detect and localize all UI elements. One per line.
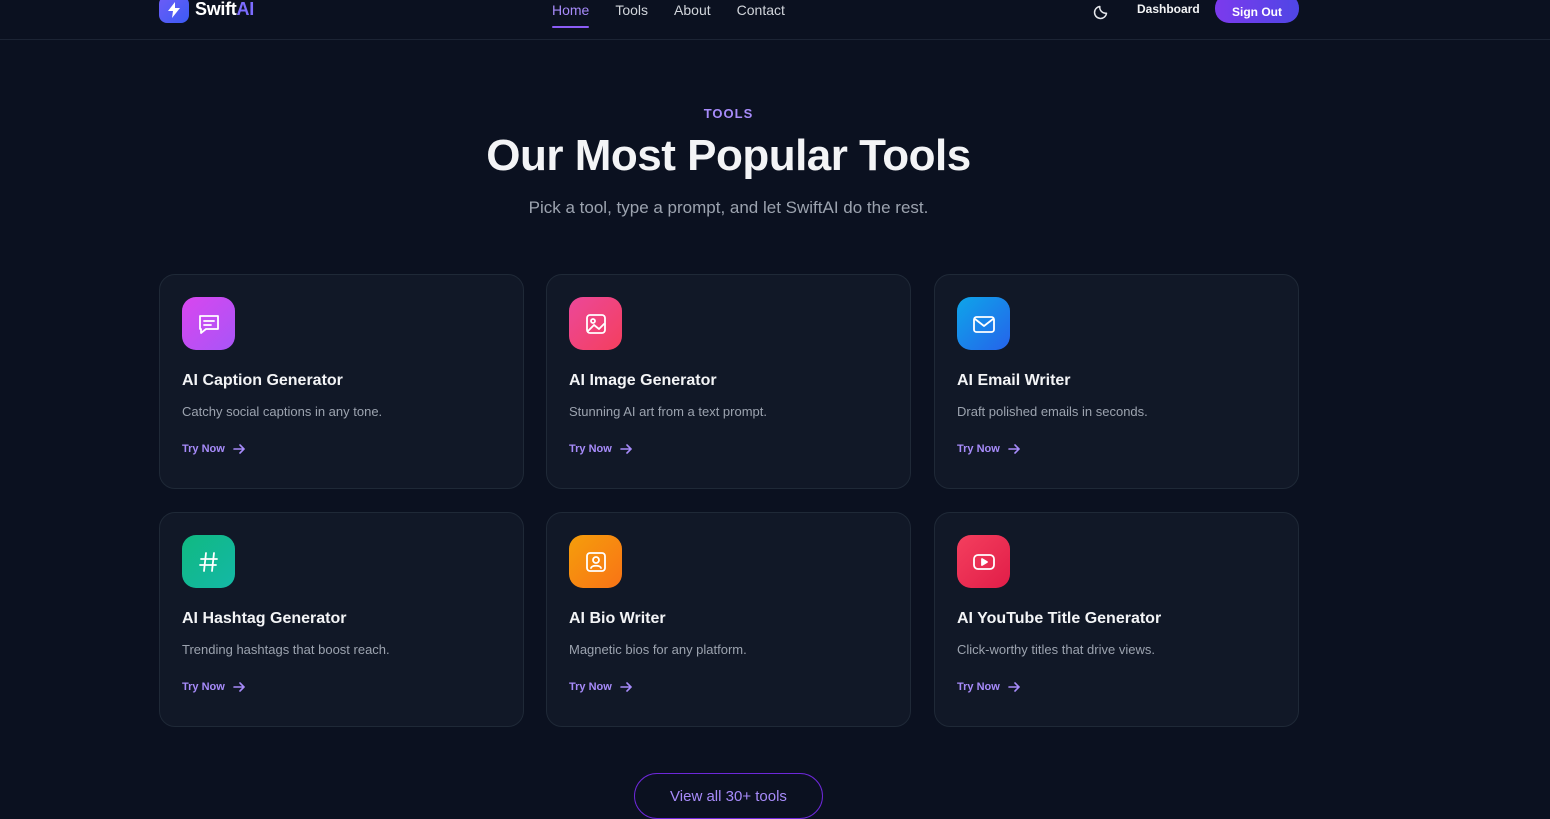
section-title: Our Most Popular Tools bbox=[486, 131, 971, 180]
tool-card-desc: Trending hashtags that boost reach. bbox=[182, 642, 390, 657]
arrow-right-icon bbox=[619, 682, 632, 692]
tool-card-caption[interactable]: AI Caption Generator Catchy social capti… bbox=[159, 274, 524, 489]
moon-icon[interactable] bbox=[1093, 2, 1111, 20]
chat-icon bbox=[182, 297, 235, 350]
try-now-link[interactable]: Try Now bbox=[569, 443, 632, 455]
brand-name-part1: Swift bbox=[195, 0, 237, 19]
view-all-tools-button[interactable]: View all 30+ tools bbox=[634, 773, 823, 819]
tool-card-desc: Click-worthy titles that drive views. bbox=[957, 642, 1155, 657]
tool-card-title: AI YouTube Title Generator bbox=[957, 610, 1162, 627]
main-nav: Home Tools About Contact bbox=[552, 2, 785, 28]
try-now-link[interactable]: Try Now bbox=[182, 681, 245, 693]
arrow-right-icon bbox=[232, 682, 245, 692]
tool-card-title: AI Bio Writer bbox=[569, 610, 666, 627]
tool-card-title: AI Hashtag Generator bbox=[182, 610, 347, 627]
try-now-label: Try Now bbox=[182, 681, 225, 693]
nav-home[interactable]: Home bbox=[552, 2, 590, 28]
try-now-link[interactable]: Try Now bbox=[957, 681, 1020, 693]
nav-about[interactable]: About bbox=[674, 2, 711, 28]
hash-icon bbox=[182, 535, 235, 588]
tool-card-desc: Draft polished emails in seconds. bbox=[957, 404, 1148, 419]
tool-card-title: AI Image Generator bbox=[569, 372, 717, 389]
tool-card-desc: Stunning AI art from a text prompt. bbox=[569, 404, 767, 419]
try-now-label: Try Now bbox=[569, 681, 612, 693]
tool-card-youtube[interactable]: AI YouTube Title Generator Click-worthy … bbox=[934, 512, 1299, 727]
top-navigation-bar: SwiftAI Home Tools About Contact Dashboa… bbox=[0, 0, 1550, 40]
user-card-icon bbox=[569, 535, 622, 588]
try-now-label: Try Now bbox=[957, 681, 1000, 693]
sign-out-button[interactable]: Sign Out bbox=[1215, 0, 1299, 23]
dashboard-link[interactable]: Dashboard bbox=[1137, 2, 1200, 16]
section-subtitle: Pick a tool, type a prompt, and let Swif… bbox=[528, 198, 929, 217]
tool-card-bio[interactable]: AI Bio Writer Magnetic bios for any plat… bbox=[546, 512, 911, 727]
try-now-link[interactable]: Try Now bbox=[182, 443, 245, 455]
tool-card-title: AI Email Writer bbox=[957, 372, 1071, 389]
brand-logo[interactable]: SwiftAI bbox=[159, 0, 254, 23]
nav-contact[interactable]: Contact bbox=[737, 2, 785, 28]
brand-name-part2: AI bbox=[236, 0, 255, 19]
youtube-icon bbox=[957, 535, 1010, 588]
try-now-label: Try Now bbox=[569, 443, 612, 455]
tool-card-desc: Magnetic bios for any platform. bbox=[569, 642, 747, 657]
try-now-link[interactable]: Try Now bbox=[957, 443, 1020, 455]
try-now-label: Try Now bbox=[957, 443, 1000, 455]
arrow-right-icon bbox=[619, 444, 632, 454]
brand-name: SwiftAI bbox=[195, 0, 254, 20]
tool-card-email[interactable]: AI Email Writer Draft polished emails in… bbox=[934, 274, 1299, 489]
try-now-label: Try Now bbox=[182, 443, 225, 455]
arrow-right-icon bbox=[1007, 444, 1020, 454]
lightning-icon bbox=[159, 0, 189, 23]
tool-card-title: AI Caption Generator bbox=[182, 372, 343, 389]
arrow-right-icon bbox=[1007, 682, 1020, 692]
tool-card-hashtag[interactable]: AI Hashtag Generator Trending hashtags t… bbox=[159, 512, 524, 727]
nav-tools[interactable]: Tools bbox=[615, 2, 648, 28]
arrow-right-icon bbox=[232, 444, 245, 454]
image-icon bbox=[569, 297, 622, 350]
tool-card-desc: Catchy social captions in any tone. bbox=[182, 404, 383, 419]
mail-icon bbox=[957, 297, 1010, 350]
try-now-link[interactable]: Try Now bbox=[569, 681, 632, 693]
section-eyebrow: TOOLS bbox=[703, 106, 754, 121]
tool-card-image[interactable]: AI Image Generator Stunning AI art from … bbox=[546, 274, 911, 489]
